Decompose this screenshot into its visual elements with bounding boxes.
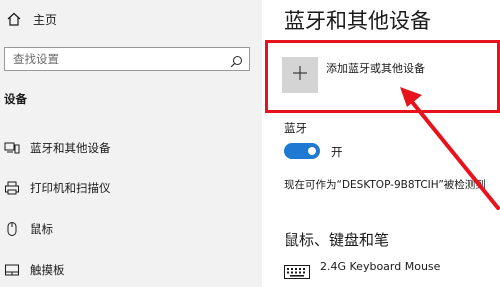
search-placeholder: 查找设置	[13, 52, 59, 66]
toggle-knob	[308, 147, 316, 155]
home-icon	[6, 11, 22, 27]
main-content: 蓝牙和其他设备 添加蓝牙或其他设备 蓝牙 开 现在可作为“DESKTOP-9B8…	[262, 0, 500, 287]
sidebar-item-label: 蓝牙和其他设备	[30, 141, 111, 155]
bluetooth-label: 蓝牙	[284, 121, 307, 135]
sidebar-item-printers[interactable]: 打印机和扫描仪	[4, 179, 111, 197]
home-label: 主页	[33, 12, 58, 27]
device-name: 2.4G Keyboard Mouse	[320, 260, 441, 273]
sidebar-item-label: 鼠标	[30, 222, 53, 236]
settings-search-input[interactable]: 查找设置	[4, 47, 250, 71]
bluetooth-state: 开	[331, 145, 343, 159]
device-item[interactable]: 2.4G Keyboard Mouse	[284, 260, 440, 282]
plus-icon	[292, 65, 308, 85]
add-device-label[interactable]: 添加蓝牙或其他设备	[326, 60, 425, 76]
printer-icon	[4, 180, 20, 196]
home-nav-item[interactable]: 主页	[6, 10, 57, 28]
sidebar-section-title: 设备	[4, 92, 27, 106]
add-device-button[interactable]	[282, 57, 318, 93]
sidebar-item-label: 触摸板	[30, 263, 65, 277]
sidebar-item-bluetooth[interactable]: 蓝牙和其他设备	[4, 139, 111, 157]
touchpad-icon	[4, 262, 20, 278]
sidebar-item-touchpad[interactable]: 触摸板	[4, 261, 65, 279]
mouse-icon	[4, 221, 20, 237]
sidebar-item-mouse[interactable]: 鼠标	[4, 220, 53, 238]
keyboard-icon	[284, 264, 310, 280]
settings-sidebar: 主页 查找设置 设备 蓝牙和其他设备 打印机和扫描仪 鼠标 触摸板	[0, 0, 262, 287]
bluetooth-toggle[interactable]	[284, 143, 320, 159]
mouse-keyboard-section-title: 鼠标、键盘和笔	[284, 231, 390, 249]
page-title: 蓝牙和其他设备	[284, 9, 431, 33]
sidebar-item-label: 打印机和扫描仪	[30, 181, 111, 195]
search-icon[interactable]	[230, 53, 243, 67]
bluetooth-devices-icon	[4, 140, 20, 156]
discoverable-text: 现在可作为“DESKTOP-9B8TCIH”被检测到	[284, 179, 486, 191]
